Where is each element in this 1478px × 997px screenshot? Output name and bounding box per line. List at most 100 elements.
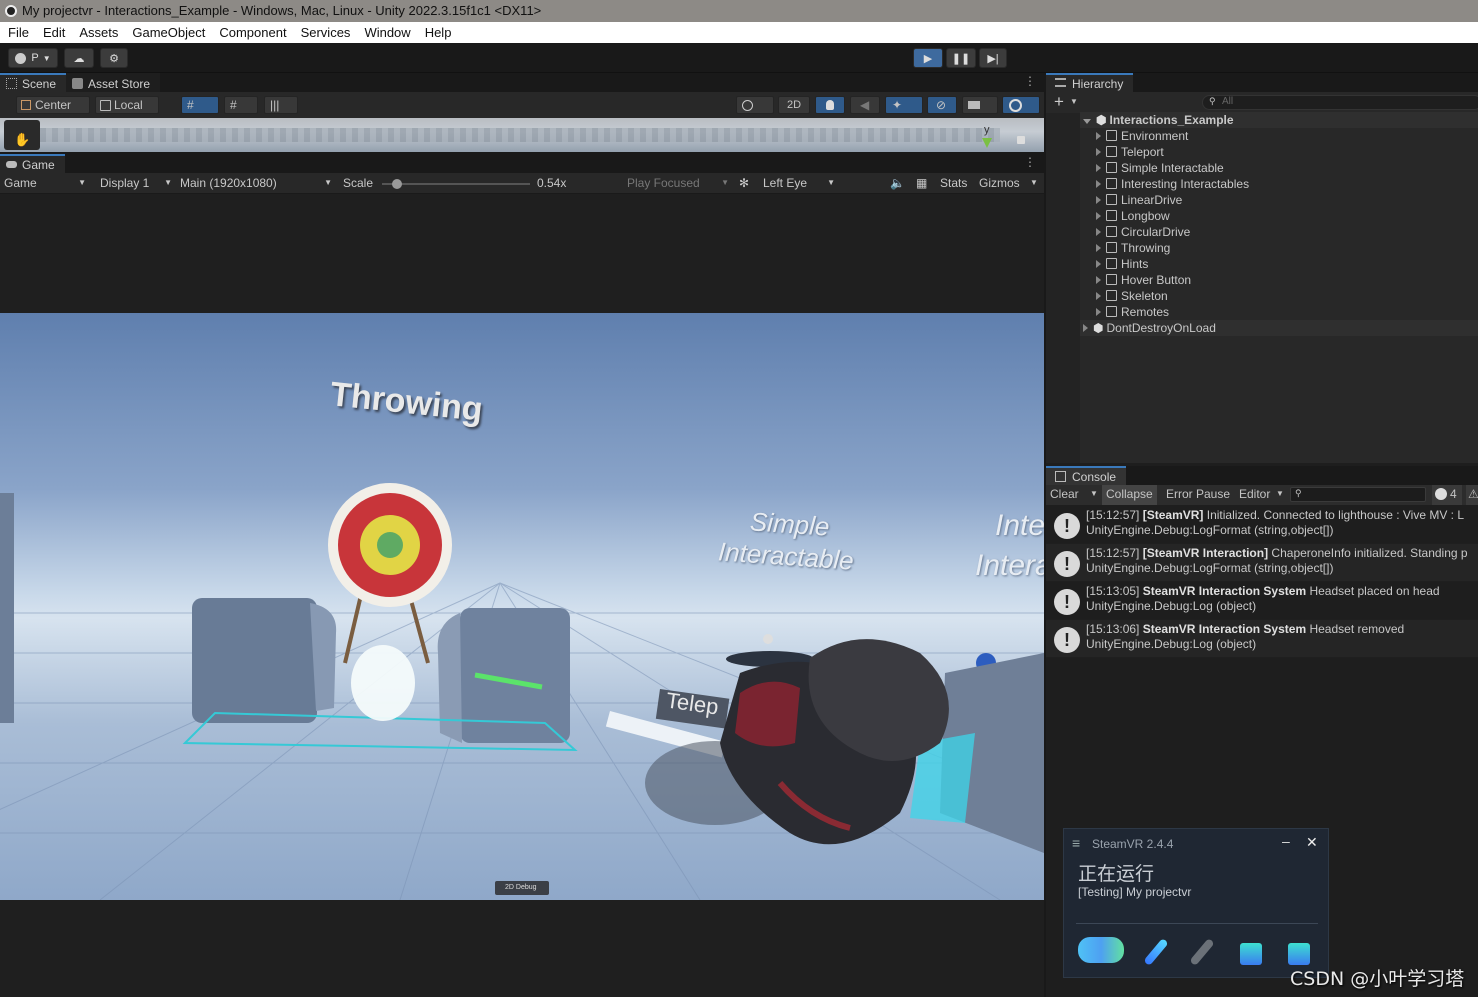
console-log-entry[interactable]: ! [15:12:57] [SteamVR Interaction] Chaper… <box>1046 544 1478 582</box>
console-log-entry[interactable]: ! [15:12:57] [SteamVR] Initialized. Conne… <box>1046 506 1478 544</box>
foldout-closed-icon[interactable] <box>1096 164 1101 172</box>
hierarchy-item[interactable]: Longbow <box>1080 208 1478 224</box>
hierarchy-item[interactable]: Simple Interactable <box>1080 160 1478 176</box>
tab-hierarchy[interactable]: Hierarchy <box>1046 73 1134 92</box>
foldout-closed-icon[interactable] <box>1096 276 1101 284</box>
account-button[interactable]: P ▼ <box>8 48 58 68</box>
foldout-closed-icon[interactable] <box>1096 148 1101 156</box>
menu-file[interactable]: File <box>8 25 29 40</box>
base-station-1-icon[interactable] <box>1240 943 1262 965</box>
collab-button[interactable]: ⚙ <box>100 48 128 68</box>
chevron-down-icon[interactable]: ▼ <box>1070 97 1078 106</box>
foldout-closed-icon[interactable] <box>1096 196 1101 204</box>
foldout-closed-icon[interactable] <box>1096 132 1101 140</box>
menu-icon[interactable]: ≡ <box>1072 835 1080 851</box>
foldout-closed-icon[interactable] <box>1096 292 1101 300</box>
menu-services[interactable]: Services <box>301 25 351 40</box>
console-log-entry[interactable]: ! [15:13:05] SteamVR Interaction System H… <box>1046 582 1478 620</box>
play-focused-dropdown[interactable]: Play Focused ▼ <box>627 173 731 193</box>
hierarchy-root[interactable]: ⬢ Interactions_Example <box>1080 112 1478 128</box>
effects-dropdown[interactable]: ✦ <box>885 96 923 114</box>
menu-window[interactable]: Window <box>364 25 410 40</box>
hierarchy-dontdestroy[interactable]: ⬢ DontDestroyOnLoad <box>1080 320 1478 336</box>
controller-left-icon[interactable] <box>1143 937 1169 967</box>
game-viewport[interactable]: Throwing Simple Interactable Inte Intera… <box>0 313 1044 900</box>
debug-button-label[interactable]: 2D Debug <box>505 884 537 891</box>
hierarchy-item[interactable]: Remotes <box>1080 304 1478 320</box>
warning-toggle[interactable]: ⚠ <box>1466 485 1478 505</box>
cloud-button[interactable]: ☁ <box>64 48 94 68</box>
chevron-down-icon[interactable]: ▼ <box>1276 489 1284 498</box>
foldout-closed-icon[interactable] <box>1083 324 1088 332</box>
base-station-2-icon[interactable] <box>1288 943 1310 965</box>
hierarchy-item[interactable]: CircularDrive <box>1080 224 1478 240</box>
more-options-icon[interactable]: ⋮ <box>1024 155 1036 169</box>
foldout-closed-icon[interactable] <box>1096 180 1101 188</box>
foldout-closed-icon[interactable] <box>1096 212 1101 220</box>
foldout-closed-icon[interactable] <box>1096 244 1101 252</box>
foldout-open-icon[interactable] <box>1083 119 1091 124</box>
minimize-icon[interactable]: – <box>1282 833 1290 849</box>
hierarchy-item[interactable]: LinearDrive <box>1080 192 1478 208</box>
tab-scene[interactable]: Scene <box>0 73 67 92</box>
play-button[interactable]: ▶ <box>913 48 943 68</box>
2d-toggle[interactable]: 2D <box>778 96 810 114</box>
keyboard-icon[interactable]: ▦ <box>916 173 927 193</box>
scale-slider-thumb[interactable] <box>391 179 402 189</box>
gizmos-button[interactable]: Gizmos <box>979 173 1020 193</box>
hierarchy-item[interactable]: Environment <box>1080 128 1478 144</box>
headset-icon[interactable] <box>1078 937 1124 963</box>
hierarchy-item[interactable]: Skeleton <box>1080 288 1478 304</box>
more-options-icon[interactable]: ⋮ <box>1024 74 1036 88</box>
tab-asset-store[interactable]: Asset Store <box>66 73 161 92</box>
scale-slider[interactable] <box>382 179 530 189</box>
console-search-input[interactable]: ⚲ <box>1290 487 1426 502</box>
eye-dropdown[interactable]: Left Eye ▼ <box>763 173 837 193</box>
bug-icon[interactable]: ✻ <box>739 173 749 193</box>
space-dropdown[interactable]: Local <box>95 96 159 114</box>
increment-snap-button[interactable]: # <box>224 96 258 114</box>
game-mode-dropdown[interactable]: Game ▼ <box>4 173 88 193</box>
add-icon[interactable]: + <box>1054 92 1064 112</box>
menu-gameobject[interactable]: GameObject <box>132 25 205 40</box>
step-button[interactable]: ▶| <box>979 48 1007 68</box>
lighting-toggle[interactable] <box>815 96 845 114</box>
foldout-closed-icon[interactable] <box>1096 260 1101 268</box>
console-log-entry[interactable]: ! [15:13:06] SteamVR Interaction System H… <box>1046 620 1478 658</box>
hierarchy-item[interactable]: Hints <box>1080 256 1478 272</box>
menu-assets[interactable]: Assets <box>79 25 118 40</box>
steamvr-status-window[interactable]: ≡ SteamVR 2.4.4 – ✕ 正在运行 [Testing] My pr… <box>1063 828 1329 978</box>
clear-button[interactable]: Clear <box>1050 487 1079 501</box>
foldout-closed-icon[interactable] <box>1096 308 1101 316</box>
audio-toggle[interactable]: ◀ <box>850 96 880 114</box>
collapse-button[interactable]: Collapse <box>1102 485 1157 505</box>
axis-gizmo-icon[interactable] <box>982 138 992 148</box>
hierarchy-search-input[interactable]: ⚲ All <box>1202 95 1478 110</box>
menu-edit[interactable]: Edit <box>43 25 65 40</box>
chevron-down-icon[interactable]: ▼ <box>1090 489 1098 498</box>
menu-help[interactable]: Help <box>425 25 452 40</box>
mute-audio-icon[interactable]: 🔈 <box>890 173 905 193</box>
hidden-objects-toggle[interactable]: ⊘ <box>927 96 957 114</box>
gizmos-dropdown[interactable] <box>1002 96 1040 114</box>
chevron-down-icon[interactable]: ▼ <box>1030 173 1038 193</box>
tab-console[interactable]: Console <box>1046 466 1127 485</box>
stats-button[interactable]: Stats <box>940 173 967 193</box>
pivot-dropdown[interactable]: Center <box>16 96 90 114</box>
shading-mode-dropdown[interactable] <box>736 96 774 114</box>
grid-snap-button[interactable]: # <box>181 96 219 114</box>
resolution-dropdown[interactable]: Main (1920x1080) ▼ <box>180 173 334 193</box>
ruler-button[interactable]: ||| <box>264 96 298 114</box>
hierarchy-item[interactable]: Hover Button <box>1080 272 1478 288</box>
hierarchy-item[interactable]: Throwing <box>1080 240 1478 256</box>
controller-right-icon[interactable] <box>1189 937 1215 967</box>
lock-icon[interactable] <box>1017 136 1025 144</box>
editor-dropdown[interactable]: Editor <box>1239 487 1270 501</box>
close-icon[interactable]: ✕ <box>1306 834 1318 851</box>
menu-component[interactable]: Component <box>219 25 286 40</box>
scene-viewport[interactable]: ✋ y <box>0 118 1044 152</box>
display-dropdown[interactable]: Display 1 ▼ <box>100 173 174 193</box>
view-tool-button[interactable]: ✋ <box>4 120 40 150</box>
log-count-toggle[interactable]: 4 <box>1432 485 1462 505</box>
hierarchy-item[interactable]: Teleport <box>1080 144 1478 160</box>
